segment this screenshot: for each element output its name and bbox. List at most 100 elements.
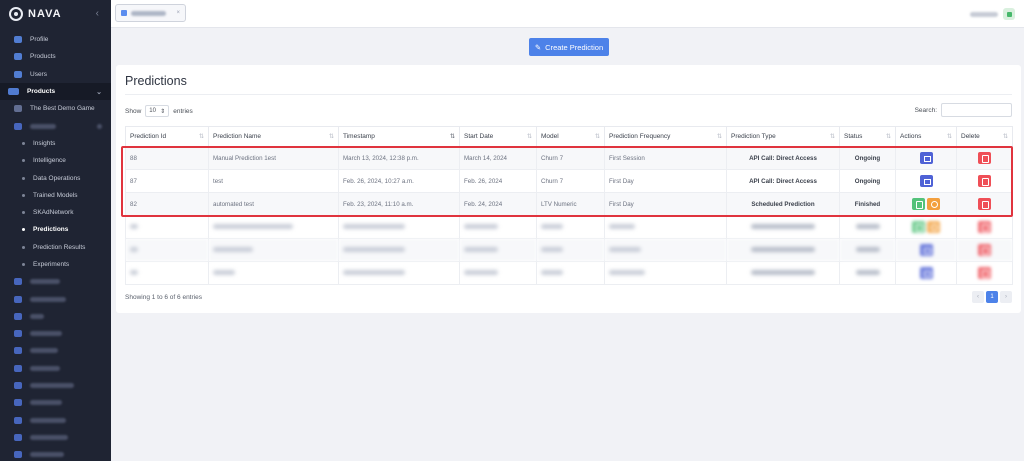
app-icon <box>14 382 22 390</box>
sidebar-item-redacted[interactable] <box>0 429 111 446</box>
create-prediction-button[interactable]: ✎ Create Prediction <box>529 38 609 56</box>
cell-timestamp: Feb. 23, 2024, 11:10 a.m. <box>338 192 460 216</box>
sidebar-item-data-operations[interactable]: Data Operations <box>0 169 111 186</box>
sidebar-item-users[interactable]: Users <box>0 66 111 83</box>
sidebar-item-redacted[interactable] <box>0 290 111 307</box>
cell-model: Churn 7 <box>536 146 605 170</box>
column-header-status[interactable]: Status ⇅ <box>839 126 896 147</box>
column-header-prediction-frequency[interactable]: Prediction Frequency ⇅ <box>604 126 727 147</box>
trash-icon[interactable] <box>978 152 991 164</box>
sort-icon: ⇅ <box>716 134 722 140</box>
chevron-left-icon[interactable]: ‹ <box>96 8 99 19</box>
sort-icon: ⇅ <box>829 134 835 140</box>
user-icon <box>14 36 22 44</box>
column-header-label: Delete <box>961 133 980 140</box>
close-icon[interactable]: × <box>176 10 180 16</box>
redacted-text <box>30 365 60 371</box>
sidebar-item-game[interactable]: The Best Demo Game <box>0 100 111 117</box>
redacted-cell <box>726 215 840 239</box>
code-icon[interactable] <box>919 152 933 164</box>
sidebar-item-redacted[interactable] <box>0 308 111 325</box>
column-header-prediction-id[interactable]: Prediction Id ⇅ <box>125 126 209 147</box>
cell-status: Ongoing <box>839 146 896 170</box>
brand-name: NAVA <box>28 8 62 20</box>
column-header-prediction-type[interactable]: Prediction Type ⇅ <box>726 126 840 147</box>
cell-model: LTV Numeric <box>536 192 605 216</box>
user-menu[interactable] <box>970 8 1015 20</box>
trash-icon[interactable] <box>978 267 991 279</box>
cell-id: 88 <box>125 146 209 170</box>
sidebar-item-insights[interactable]: Insights <box>0 135 111 152</box>
table-row-redacted <box>125 261 1013 285</box>
sidebar-item-predictions[interactable]: Predictions <box>0 221 111 238</box>
redacted-cell <box>536 215 605 239</box>
trash-icon[interactable] <box>978 244 991 256</box>
sidebar-item-products[interactable]: Products <box>0 48 111 65</box>
pagination-next[interactable]: › <box>1000 291 1012 303</box>
sidebar-item-prediction-results[interactable]: Prediction Results <box>0 239 111 256</box>
sidebar-item-redacted[interactable] <box>0 377 111 394</box>
stop-icon[interactable] <box>927 221 940 233</box>
stop-icon[interactable] <box>927 198 940 210</box>
sidebar-item-redacted[interactable] <box>0 446 111 461</box>
sidebar-item-skadnetwork[interactable]: SKAdNetwork <box>0 204 111 221</box>
cell-timestamp: Feb. 26, 2024, 10:27 a.m. <box>338 169 460 193</box>
redacted-text <box>30 296 66 302</box>
sidebar-item-redacted[interactable] <box>0 360 111 377</box>
cell-frequency: First Day <box>604 192 727 216</box>
column-header-start-date[interactable]: Start Date ⇅ <box>459 126 537 147</box>
cell-actions <box>895 146 957 170</box>
sidebar-section-products[interactable]: Products ⌄ <box>0 82 111 101</box>
rocket-icon <box>14 53 22 61</box>
cell-id: 87 <box>125 169 209 193</box>
sidebar-item-trained-models[interactable]: Trained Models <box>0 187 111 204</box>
cell-frequency: First Session <box>604 146 727 170</box>
trash-icon[interactable] <box>978 221 991 233</box>
page-length-select[interactable]: 10 ⇕ <box>145 105 170 117</box>
sidebar-item-profile[interactable]: Profile <box>0 31 111 48</box>
sidebar-item-redacted[interactable] <box>0 273 111 290</box>
redacted-text <box>30 434 68 440</box>
sidebar-item-label: Profile <box>30 36 49 44</box>
column-header-delete[interactable]: Delete ⇅ <box>956 126 1013 147</box>
column-header-prediction-name[interactable]: Prediction Name ⇅ <box>208 126 339 147</box>
redacted-cell <box>125 238 209 262</box>
sidebar-item-redacted[interactable] <box>0 325 111 342</box>
sort-icon: ⇅ <box>198 134 204 140</box>
column-header-model[interactable]: Model ⇅ <box>536 126 605 147</box>
trash-icon[interactable] <box>978 198 991 210</box>
app-icon <box>14 122 22 130</box>
brand-logo[interactable]: NAVA <box>0 0 111 28</box>
column-header-actions[interactable]: Actions ⇅ <box>895 126 957 147</box>
app-selector-chip[interactable]: × <box>115 4 186 22</box>
column-header-timestamp[interactable]: Timestamp ⇅ <box>338 126 460 147</box>
code-icon[interactable] <box>919 244 933 256</box>
search-input[interactable] <box>941 103 1012 117</box>
cell-delete <box>956 146 1013 170</box>
page-length-value: 10 <box>149 108 156 114</box>
code-icon[interactable] <box>919 267 933 279</box>
pagination: ‹ 1 › <box>972 291 1012 303</box>
avatar[interactable] <box>1003 8 1015 20</box>
cell-start-date: Feb. 26, 2024 <box>459 169 537 193</box>
app-icon <box>121 10 127 16</box>
sort-icon: ⇅ <box>328 134 334 140</box>
sidebar-item-redacted[interactable] <box>0 394 111 411</box>
pagination-page[interactable]: 1 <box>986 291 998 303</box>
edit-icon[interactable] <box>912 221 925 233</box>
redacted-text <box>30 417 66 423</box>
redacted-text <box>970 11 998 17</box>
code-icon[interactable] <box>919 175 933 187</box>
sidebar-item-redacted-app[interactable] <box>0 117 111 134</box>
sidebar-item-redacted[interactable] <box>0 342 111 359</box>
pagination-previous[interactable]: ‹ <box>972 291 984 303</box>
app-icon <box>14 312 22 320</box>
edit-icon[interactable] <box>912 198 925 210</box>
trash-icon[interactable] <box>978 175 991 187</box>
bullet-icon <box>22 211 25 215</box>
sidebar-item-label: Data Operations <box>33 174 81 182</box>
redacted-cell <box>338 261 460 285</box>
sidebar-item-intelligence[interactable]: Intelligence <box>0 152 111 169</box>
sidebar-item-redacted[interactable] <box>0 412 111 429</box>
sidebar-item-experiments[interactable]: Experiments <box>0 256 111 273</box>
